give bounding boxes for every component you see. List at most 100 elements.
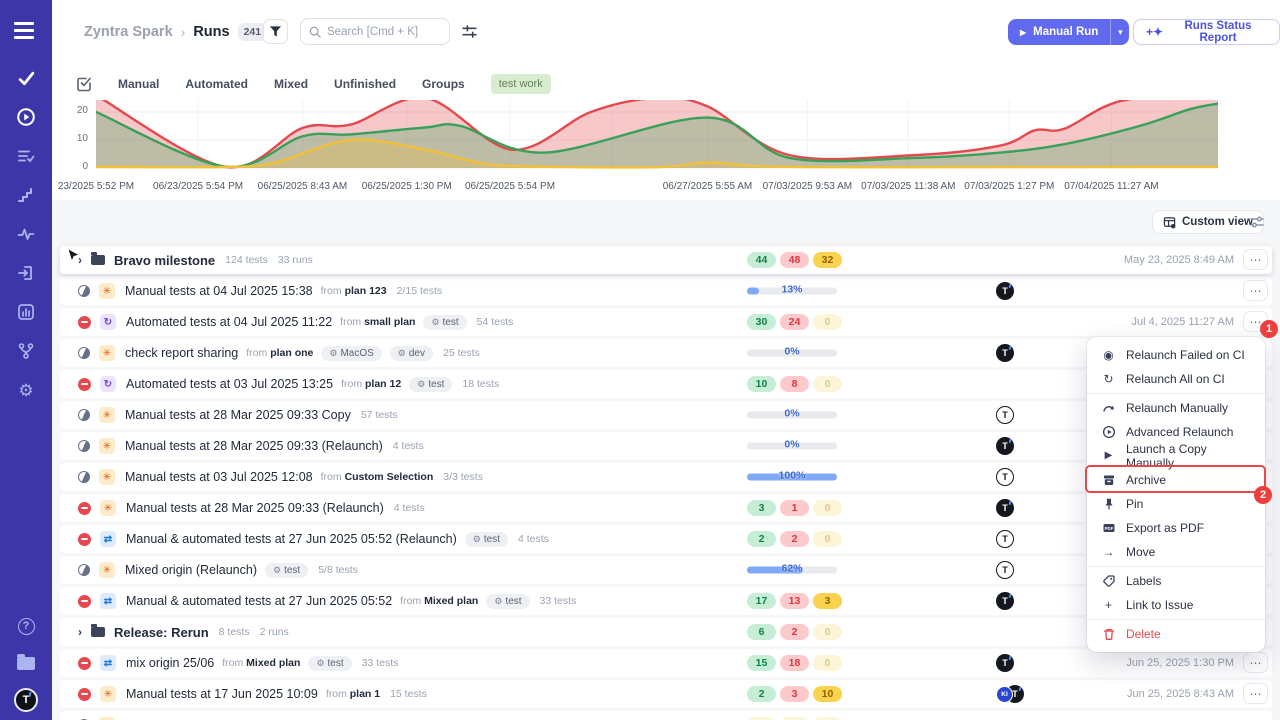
run-meta: 15 tests: [390, 688, 427, 700]
progress-bar: 62%: [747, 567, 837, 574]
help-button[interactable]: ?: [14, 614, 38, 638]
tab-groups[interactable]: Groups: [422, 77, 465, 91]
sidebar-item-plans[interactable]: [14, 144, 38, 168]
view-settings-icon[interactable]: [1249, 214, 1265, 230]
tab-mixed[interactable]: Mixed: [274, 77, 308, 91]
progress-bar: 0%: [747, 443, 837, 450]
partial-row[interactable]: ✳: [60, 711, 1272, 720]
automated-run-type-icon: ↻: [100, 314, 116, 330]
sidebar-item-tests[interactable]: [14, 66, 38, 90]
search-box[interactable]: [300, 18, 450, 45]
run-from: from plan 123: [321, 285, 387, 297]
run-row[interactable]: ✳Manual tests at 04 Jul 2025 15:38from p…: [60, 277, 1272, 305]
check-icon: [17, 69, 36, 88]
menu-item-archive[interactable]: Archive: [1087, 468, 1265, 492]
progress-percent: 100%: [747, 470, 837, 482]
tab-manual[interactable]: Manual: [118, 77, 159, 91]
breadcrumb-project[interactable]: Zyntra Spark: [84, 24, 173, 40]
manual-run-button[interactable]: ▶ Manual Run: [1008, 19, 1110, 45]
menu-divider: [1087, 393, 1265, 394]
row-main: ✳Manual tests at 28 Mar 2025 09:33 (Rela…: [60, 438, 424, 454]
run-row[interactable]: ⇄mix origin 25/06from Mixed plan⚙test33 …: [60, 649, 1272, 677]
group-row[interactable]: ›Bravo milestone124 tests33 runs444832Ma…: [60, 246, 1272, 274]
sidebar-item-analytics[interactable]: [14, 300, 38, 324]
projects-button[interactable]: [14, 651, 38, 675]
yellow-count-badge: 3: [813, 593, 842, 609]
row-menu-button[interactable]: ⋯: [1243, 249, 1268, 270]
menu-divider: [1087, 619, 1265, 620]
select-runs-icon[interactable]: [76, 76, 92, 92]
row-menu-button[interactable]: ⋯: [1243, 652, 1268, 673]
yellow-count-badge: 0: [813, 531, 842, 547]
sidebar: ⚙ ? T: [0, 0, 52, 720]
gear-icon: ⚙: [18, 382, 33, 399]
menu-item-export-as-pdf[interactable]: PDFExport as PDF: [1087, 516, 1265, 540]
tab-automated[interactable]: Automated: [185, 77, 248, 91]
menu-item-relaunch-failed-on-ci[interactable]: ◉Relaunch Failed on CI: [1087, 343, 1265, 367]
assignee-avatars: T: [996, 468, 1014, 486]
sidebar-item-milestones[interactable]: [14, 183, 38, 207]
runs-status-report-button[interactable]: +✦ Runs Status Report: [1133, 19, 1280, 45]
sidebar-item-configurations[interactable]: [14, 339, 38, 363]
menu-item-pin[interactable]: Pin: [1087, 492, 1265, 516]
status-in-progress-icon: [78, 471, 90, 483]
row-main: ✳Manual tests at 03 Jul 2025 12:08from C…: [60, 469, 483, 485]
progress-bar: 100%: [747, 474, 837, 481]
menu-item-relaunch-manually[interactable]: Relaunch Manually: [1087, 396, 1265, 420]
manual-run-label: Manual Run: [1033, 26, 1098, 38]
config-chip-test: ⚙test: [423, 315, 466, 330]
hamburger-menu-button[interactable]: [14, 18, 38, 42]
menu-item-label: Relaunch Manually: [1126, 401, 1228, 415]
run-title: Manual & automated tests at 27 Jun 2025 …: [126, 594, 392, 608]
menu-item-link-to-issue[interactable]: +Link to Issue: [1087, 593, 1265, 617]
menu-item-labels[interactable]: Labels: [1087, 569, 1265, 593]
assignee-avatars: T: [996, 344, 1014, 362]
run-row[interactable]: ↻Automated tests at 04 Jul 2025 11:22fro…: [60, 308, 1272, 336]
menu-item-move[interactable]: →Move: [1087, 540, 1265, 564]
row-main: ✳check report sharingfrom plan one⚙MacOS…: [60, 345, 480, 361]
row-menu-button[interactable]: ⋯: [1243, 280, 1268, 301]
menu-item-advanced-relaunch[interactable]: Advanced Relaunch: [1087, 420, 1265, 444]
sidebar-item-imports[interactable]: [14, 261, 38, 285]
row-menu-button[interactable]: ⋯: [1243, 683, 1268, 704]
menu-item-launch-a-copy-manually[interactable]: ▶Launch a Copy Manually: [1087, 444, 1265, 468]
manual-run-dropdown-button[interactable]: ▾: [1110, 19, 1129, 45]
result-badges: 444832: [747, 252, 842, 268]
export-as-pdf-icon: PDF: [1101, 521, 1116, 535]
run-row[interactable]: ✳Manual tests at 17 Jun 2025 10:09from p…: [60, 680, 1272, 708]
custom-view-button[interactable]: Custom view: [1152, 210, 1264, 234]
move-icon: →: [1101, 546, 1116, 558]
yellow-count-badge: 0: [813, 624, 842, 640]
annotation-step-1: 1: [1260, 320, 1278, 338]
search-settings-icon[interactable]: [461, 23, 479, 41]
sidebar-item-settings[interactable]: ⚙: [14, 378, 38, 402]
status-in-progress-icon: [78, 564, 90, 576]
y-tick-0: 0: [58, 161, 88, 172]
search-input[interactable]: [327, 26, 437, 38]
green-count-badge: 10: [747, 376, 776, 392]
gear-icon: ⚙: [494, 596, 502, 607]
run-title: Automated tests at 04 Jul 2025 11:22: [126, 315, 332, 329]
red-count-badge: 48: [780, 252, 809, 268]
menu-item-relaunch-all-on-ci[interactable]: ↻Relaunch All on CI: [1087, 367, 1265, 391]
status-stopped-icon: [78, 378, 91, 391]
yellow-count-badge: 0: [813, 655, 842, 671]
red-count-badge: 3: [780, 686, 809, 702]
chevron-right-icon[interactable]: ›: [78, 625, 82, 639]
gear-icon: ⚙: [273, 565, 281, 576]
status-stopped-icon: [78, 595, 91, 608]
run-meta: 33 tests: [362, 657, 399, 669]
manual-run-type-icon: ✳: [99, 469, 115, 485]
labels-icon: [1101, 574, 1116, 588]
config-chip-test: ⚙test: [465, 532, 508, 547]
tag-filter-test-work[interactable]: test work: [491, 74, 551, 94]
tab-unfinished[interactable]: Unfinished: [334, 77, 396, 91]
config-chip-test: ⚙test: [308, 656, 351, 671]
status-in-progress-icon: [78, 440, 90, 452]
menu-item-delete[interactable]: Delete: [1087, 622, 1265, 646]
filter-button[interactable]: [263, 19, 288, 44]
user-avatar[interactable]: T: [14, 688, 38, 712]
manual-run-type-icon: ✳: [99, 283, 115, 299]
sidebar-item-runs[interactable]: [14, 105, 38, 129]
sidebar-item-defects[interactable]: [14, 222, 38, 246]
